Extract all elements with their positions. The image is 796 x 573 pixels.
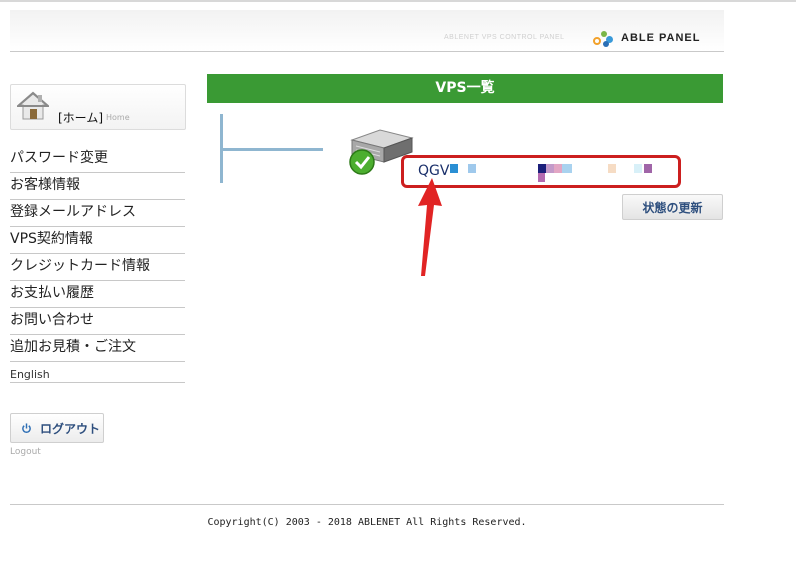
sidebar-item-payment-history[interactable]: お支払い履歴 [10, 281, 185, 308]
vps-list-title: VPS一覧 [207, 74, 723, 103]
sidebar-item-registered-email[interactable]: 登録メールアドレス [10, 200, 185, 227]
sidebar-menu: パスワード変更 お客様情報 登録メールアドレス VPS契約情報 クレジットカード… [10, 146, 185, 362]
home-label: [ホーム] [58, 111, 104, 125]
language-english-link[interactable]: English [10, 367, 185, 383]
sidebar-item-customer-info[interactable]: お客様情報 [10, 173, 185, 200]
sidebar-item-credit-card[interactable]: クレジットカード情報 [10, 254, 185, 281]
sidebar-item-contact[interactable]: お問い合わせ [10, 308, 185, 335]
refresh-status-button[interactable]: 状態の更新 [622, 194, 723, 220]
sidebar-item-password-change[interactable]: パスワード変更 [10, 146, 185, 173]
header: ABLENET VPS CONTROL PANEL ABLE PANEL [10, 10, 724, 52]
home-label-en: Home [106, 113, 130, 122]
header-subtitle: ABLENET VPS CONTROL PANEL [444, 34, 565, 41]
brand-logo-area: ABLE PANEL [593, 29, 700, 47]
able-panel-logo-icon [593, 29, 615, 47]
tree-line-horizontal [223, 148, 323, 151]
top-border [0, 0, 796, 2]
copyright-text: Copyright(C) 2003 - 2018 ABLENET All Rig… [207, 517, 527, 528]
brand-name: ABLE PANEL [621, 32, 701, 44]
sidebar-item-vps-contract[interactable]: VPS契約情報 [10, 227, 185, 254]
house-icon [17, 91, 49, 120]
home-link[interactable]: [ホーム] Home [10, 84, 186, 130]
logout-label: ログアウト [40, 421, 101, 436]
logout-button[interactable]: ログアウト [10, 413, 104, 443]
power-icon [22, 422, 31, 433]
sidebar-item-quote-order[interactable]: 追加お見積・ご注文 [10, 335, 185, 362]
logout-label-en: Logout [10, 447, 41, 457]
footer-divider [10, 504, 724, 505]
red-arrow-icon [418, 178, 442, 276]
